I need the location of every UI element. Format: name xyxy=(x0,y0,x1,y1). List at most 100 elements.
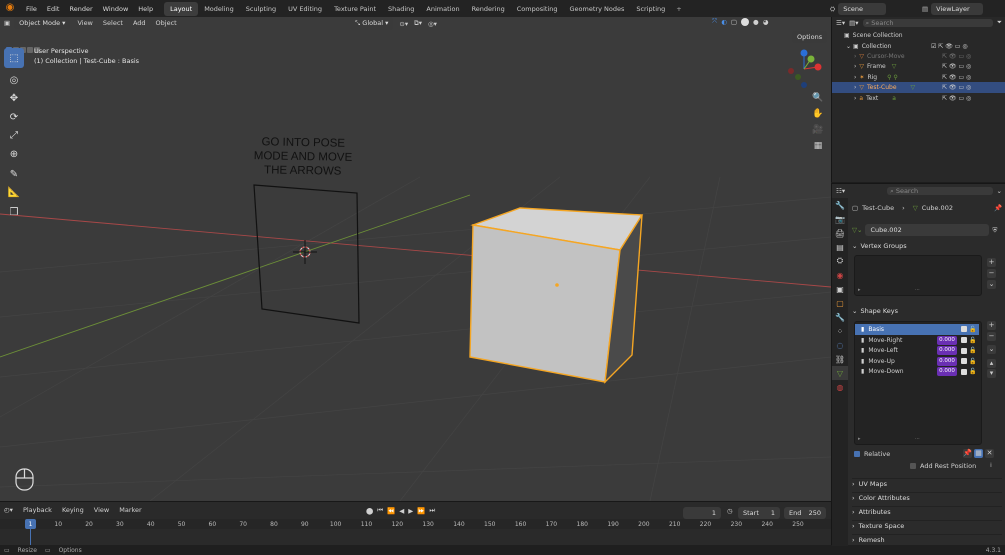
gizmo-x-icon[interactable] xyxy=(814,63,822,71)
row-toggles-icon[interactable]: ⇱ 👁 ▭ ◎ xyxy=(942,84,971,91)
move-tool-icon[interactable]: ✥ xyxy=(4,88,24,108)
select-invert-icon[interactable] xyxy=(27,47,33,53)
perspective-toggle-icon[interactable]: ▦ xyxy=(811,139,825,153)
chevron-right-icon[interactable]: › xyxy=(854,53,856,60)
row-toggles-icon[interactable]: ⇱ 👁 ▭ ◎ xyxy=(942,63,971,70)
row-toggles-icon[interactable]: ⇱ 👁 ▭ ◎ xyxy=(942,53,971,60)
properties-search[interactable]: ⌕ Search xyxy=(887,186,993,195)
select-box-tool-icon[interactable]: ⬚ xyxy=(4,48,24,68)
tab-rendering[interactable]: Rendering xyxy=(466,2,511,16)
pan-hand-icon[interactable]: ✋ xyxy=(811,107,825,121)
shape-key-mute-checkbox[interactable] xyxy=(961,326,967,333)
modifier-tab-icon[interactable]: 🔧 xyxy=(832,310,848,324)
filter-icon[interactable]: ⏷ xyxy=(997,18,1002,27)
move-up-icon[interactable]: ▴ xyxy=(987,359,996,368)
outliner-row-text[interactable]: › a Text a ⇱ 👁 ▭ ◎ xyxy=(832,93,1005,104)
panel-attributes[interactable]: › Attributes xyxy=(852,506,1002,517)
transform-tool-icon[interactable]: ⊕ xyxy=(4,144,24,164)
play-icon[interactable]: ▶ xyxy=(408,507,413,515)
menu-render[interactable]: Render xyxy=(64,5,97,13)
annotate-tool-icon[interactable]: ✎ xyxy=(4,164,24,184)
constraints-tab-icon[interactable]: ⛓ xyxy=(832,352,848,366)
world-tab-icon[interactable]: ◉ xyxy=(832,268,848,282)
overlay-toggle-icon[interactable]: ◐ xyxy=(721,18,727,26)
particles-tab-icon[interactable]: ⁘ xyxy=(832,324,848,338)
scene-name[interactable]: Scene xyxy=(838,3,887,15)
blender-logo-icon[interactable]: ◉ xyxy=(3,2,17,16)
expand-icon[interactable]: ⌄ xyxy=(846,43,851,50)
zoom-icon[interactable]: 🔍 xyxy=(811,91,825,105)
row-toggles-icon[interactable]: ☑ ⇱ 👁 ▭ ◎ xyxy=(931,43,968,50)
collection-tab-icon[interactable]: ▣ xyxy=(832,282,848,296)
scene-selector[interactable]: ⛭ Scene xyxy=(830,3,887,15)
scale-tool-icon[interactable]: ⤢ xyxy=(4,125,24,145)
material-tab-icon[interactable]: ◍ xyxy=(832,380,848,394)
shape-key-move-right[interactable]: ▮ Move-Right 0.000 🔓 xyxy=(855,335,979,346)
chevron-right-icon[interactable]: › xyxy=(854,95,856,102)
proportional-icon[interactable]: ◎▾ xyxy=(428,20,437,28)
navigation-gizmo[interactable] xyxy=(784,47,824,89)
menu-view[interactable]: View xyxy=(74,19,95,27)
orientation-dropdown[interactable]: ⤡ Global ▾ xyxy=(350,17,394,30)
view-layer-name[interactable]: ViewLayer xyxy=(931,3,984,15)
cursor-tool-icon[interactable]: ◎ xyxy=(4,70,24,90)
frame-ruler[interactable]: 1 10 20 30 40 50 60 70 80 90 100 110 120 130 140 150 160… xyxy=(0,519,831,529)
properties-editor-icon[interactable]: ☷▾ xyxy=(836,187,845,195)
camera-view-icon[interactable]: 🎥 xyxy=(811,123,825,137)
menu-edit[interactable]: Edit xyxy=(42,5,65,13)
menu-file[interactable]: File xyxy=(21,5,42,13)
shape-key-value[interactable]: 0.000 xyxy=(937,335,957,345)
menu-help[interactable]: Help xyxy=(133,5,158,13)
options-button[interactable]: Options xyxy=(792,31,828,43)
chevron-right-icon[interactable]: › xyxy=(854,84,856,91)
gizmo-neg-z-icon[interactable] xyxy=(801,82,807,88)
fake-user-icon[interactable]: ⛨ xyxy=(992,226,997,235)
mesh-datablock[interactable]: ▽⌄ Cube.002 ⛨ xyxy=(852,224,997,236)
xray-icon[interactable]: ▢ xyxy=(731,18,737,26)
panel-uv-maps[interactable]: › UV Maps xyxy=(852,478,1002,489)
panel-color-attributes[interactable]: › Color Attributes xyxy=(852,492,1002,503)
outliner-row-frame[interactable]: › ▽ Frame ▽ ⇱ 👁 ▭ ◎ xyxy=(832,61,1005,72)
editor-type-icon[interactable]: ▣ xyxy=(4,19,10,27)
lock-icon[interactable]: 🔓 xyxy=(969,368,976,375)
menu-window[interactable]: Window xyxy=(98,5,134,13)
gizmo-neg-x-icon[interactable] xyxy=(788,68,794,74)
tab-texture-paint[interactable]: Texture Paint xyxy=(328,2,382,16)
shape-key-mute-checkbox[interactable] xyxy=(961,358,967,365)
playback-menu[interactable]: Playback xyxy=(23,506,52,514)
chevron-right-icon[interactable]: › xyxy=(854,63,856,70)
shape-key-move-down[interactable]: ▮ Move-Down 0.000 🔓 xyxy=(855,367,979,378)
frame-object[interactable] xyxy=(253,184,360,324)
shading-material-icon[interactable]: ● xyxy=(753,18,759,26)
output-tab-icon[interactable]: 🖨 xyxy=(832,226,848,240)
shape-key-mute-checkbox[interactable] xyxy=(961,368,967,375)
add-shape-key-icon[interactable]: + xyxy=(987,321,996,330)
edit-mode-shape-icon[interactable]: ▦ xyxy=(974,449,983,458)
mesh-name-field[interactable]: Cube.002 xyxy=(865,224,990,236)
jump-end-icon[interactable]: ⏭ xyxy=(429,506,435,515)
shape-key-value[interactable]: 0.000 xyxy=(937,356,957,366)
data-tab-icon[interactable]: ▽ xyxy=(832,366,848,380)
start-frame-field[interactable]: Start 1 xyxy=(738,507,780,519)
tab-shading[interactable]: Shading xyxy=(382,2,420,16)
remove-shape-key-icon[interactable]: − xyxy=(987,332,996,341)
view-layer-selector[interactable]: ▤ ViewLayer xyxy=(922,3,984,15)
shape-key-mute-checkbox[interactable] xyxy=(961,337,967,344)
outliner-editor-icon[interactable]: ☰▾ xyxy=(836,19,845,27)
tab-animation[interactable]: Animation xyxy=(420,2,465,16)
tab-uv-editing[interactable]: UV Editing xyxy=(282,2,328,16)
tab-modeling[interactable]: Modeling xyxy=(198,2,240,16)
object-tab-icon[interactable]: ▢ xyxy=(832,296,848,310)
clear-shape-icon[interactable]: ✕ xyxy=(985,449,994,458)
scene-tab-icon[interactable]: ⛭ xyxy=(832,254,848,268)
gizmo-neg-y-icon[interactable] xyxy=(795,74,801,80)
text-object[interactable]: GO INTO POSE MODE AND MOVE THE ARROWS xyxy=(250,135,357,179)
panel-shape-keys[interactable]: ⌄ Shape Keys xyxy=(852,305,1002,316)
row-toggles-icon[interactable]: ⇱ 👁 ▭ ◎ xyxy=(942,74,971,81)
remove-vertex-group-icon[interactable]: − xyxy=(987,269,996,278)
vertex-group-list[interactable]: ▸ ⋯ xyxy=(854,255,982,296)
snap-icon[interactable]: ⧉▾ xyxy=(414,19,422,28)
shape-key-menu-icon[interactable]: ⌄ xyxy=(987,345,996,354)
timeline-editor-icon[interactable]: ◴▾ xyxy=(4,506,13,514)
outliner-row-test-cube[interactable]: › ▽ Test-Cube ▽ ⇱ 👁 ▭ ◎ xyxy=(832,82,1005,93)
